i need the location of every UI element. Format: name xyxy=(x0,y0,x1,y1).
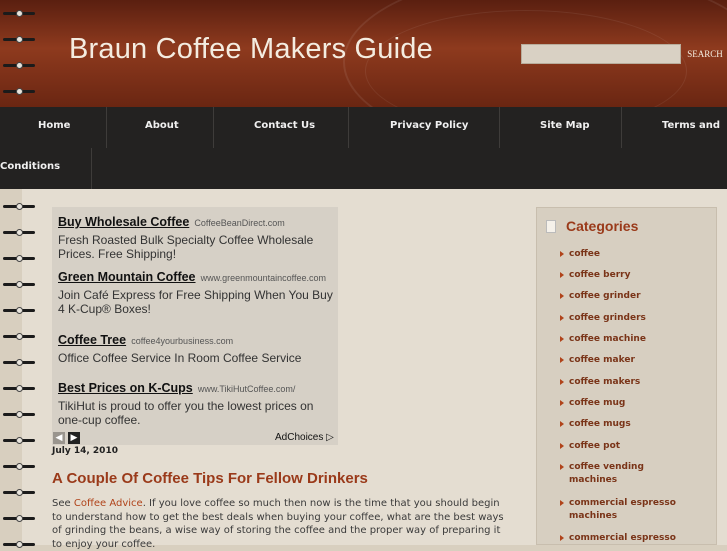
ad-url[interactable]: www.greenmountaincoffee.com xyxy=(201,273,326,283)
spiral-ring xyxy=(3,88,35,95)
spiral-ring xyxy=(3,385,35,392)
category-link[interactable]: coffee grinders xyxy=(569,312,679,325)
category-bullet-icon xyxy=(560,379,564,385)
ad-url[interactable]: coffee4yourbusiness.com xyxy=(131,336,233,346)
category-link[interactable]: coffee machine xyxy=(569,333,679,346)
nav-item-terms[interactable]: Terms and xyxy=(662,120,720,131)
post-date: July 14, 2010 xyxy=(52,446,118,456)
ad-prev-button[interactable]: ◀ xyxy=(53,432,65,444)
adchoices-link[interactable]: AdChoices ▷ xyxy=(275,432,334,443)
nav-divider xyxy=(621,107,622,148)
category-link[interactable]: coffee vending machines xyxy=(569,461,679,487)
category-link[interactable]: coffee grinder xyxy=(569,290,679,303)
post-title[interactable]: A Couple Of Coffee Tips For Fellow Drink… xyxy=(52,470,368,487)
spiral-ring xyxy=(3,359,35,366)
ad-title-link[interactable]: Coffee Tree xyxy=(58,333,126,347)
ad-title-link[interactable]: Green Mountain Coffee xyxy=(58,270,196,284)
category-link[interactable]: coffee berry xyxy=(569,269,679,282)
category-link[interactable]: coffee mugs xyxy=(569,418,679,431)
category-bullet-icon xyxy=(560,251,564,257)
nav-item-privacy-policy[interactable]: Privacy Policy xyxy=(390,120,468,131)
spiral-ring xyxy=(3,255,35,262)
search-button[interactable]: SEARCH xyxy=(683,44,727,64)
coffee-advice-link[interactable]: Coffee Advice xyxy=(74,498,143,509)
site-header: Braun Coffee Makers Guide SEARCH xyxy=(0,0,727,107)
spiral-ring xyxy=(3,229,35,236)
spiral-ring xyxy=(3,437,35,444)
nav-item-about[interactable]: About xyxy=(145,120,179,131)
ad-next-button[interactable]: ▶ xyxy=(68,432,80,444)
ad-item: Best Prices on K-Cups www.TikiHutCoffee.… xyxy=(58,377,333,427)
category-bullet-icon xyxy=(560,272,564,278)
post-body: See Coffee Advice. If you love coffee so… xyxy=(52,497,512,551)
category-bullet-icon xyxy=(560,535,564,541)
ad-item: Coffee Tree coffee4yourbusiness.com Offi… xyxy=(58,329,333,365)
category-link[interactable]: commercial espresso machines xyxy=(569,497,679,523)
post-body-prefix: See xyxy=(52,498,74,509)
nav-divider xyxy=(213,107,214,148)
search-input[interactable] xyxy=(521,44,681,64)
spiral-ring xyxy=(3,463,35,470)
category-link[interactable]: coffee pot xyxy=(569,440,679,453)
ad-text: Office Coffee Service In Room Coffee Ser… xyxy=(58,351,302,365)
category-bullet-icon xyxy=(560,464,564,470)
site-title[interactable]: Braun Coffee Makers Guide xyxy=(69,33,433,66)
spiral-ring xyxy=(3,515,35,522)
category-bullet-icon xyxy=(560,293,564,299)
ad-title-link[interactable]: Buy Wholesale Coffee xyxy=(58,215,189,229)
spiral-binding xyxy=(0,0,40,548)
ad-title-link[interactable]: Best Prices on K-Cups xyxy=(58,381,193,395)
category-bullet-icon xyxy=(560,421,564,427)
category-link[interactable]: coffee mug xyxy=(569,397,679,410)
spiral-ring xyxy=(3,281,35,288)
nav-divider xyxy=(499,107,500,148)
nav-divider xyxy=(106,107,107,148)
ad-url[interactable]: www.TikiHutCoffee.com/ xyxy=(198,384,296,394)
nav-item-contact-us[interactable]: Contact Us xyxy=(254,120,315,131)
category-bullet-icon xyxy=(560,357,564,363)
spiral-ring xyxy=(3,489,35,496)
nav-item-site-map[interactable]: Site Map xyxy=(540,120,590,131)
category-link[interactable]: coffee xyxy=(569,248,679,261)
ad-text: Fresh Roasted Bulk Specialty Coffee Whol… xyxy=(58,233,314,261)
spiral-ring xyxy=(3,36,35,43)
category-link[interactable]: coffee maker xyxy=(569,354,679,367)
category-bullet-icon xyxy=(560,500,564,506)
category-link[interactable]: coffee makers xyxy=(569,376,679,389)
nav-item-home[interactable]: Home xyxy=(38,120,70,131)
main-nav: Home About Contact Us Privacy Policy Sit… xyxy=(0,107,727,189)
ad-url[interactable]: CoffeeBeanDirect.com xyxy=(194,218,284,228)
ad-text: Join Café Express for Free Shipping When… xyxy=(58,288,333,316)
spiral-ring xyxy=(3,333,35,340)
ad-item: Green Mountain Coffee www.greenmountainc… xyxy=(58,266,333,316)
category-link[interactable]: commercial espresso xyxy=(569,532,679,545)
spiral-ring xyxy=(3,411,35,418)
categories-title: Categories xyxy=(566,218,639,234)
spiral-ring xyxy=(3,307,35,314)
nav-divider xyxy=(348,107,349,148)
category-bullet-icon xyxy=(560,336,564,342)
spiral-ring xyxy=(3,10,35,17)
ad-text: TikiHut is proud to offer you the lowest… xyxy=(58,399,314,427)
spiral-ring xyxy=(3,203,35,210)
category-bullet-icon xyxy=(560,443,564,449)
category-bullet-icon xyxy=(560,400,564,406)
page-icon xyxy=(546,220,556,233)
spiral-ring xyxy=(3,62,35,69)
ad-item: Buy Wholesale Coffee CoffeeBeanDirect.co… xyxy=(58,211,333,261)
nav-divider xyxy=(91,148,92,189)
category-bullet-icon xyxy=(560,315,564,321)
